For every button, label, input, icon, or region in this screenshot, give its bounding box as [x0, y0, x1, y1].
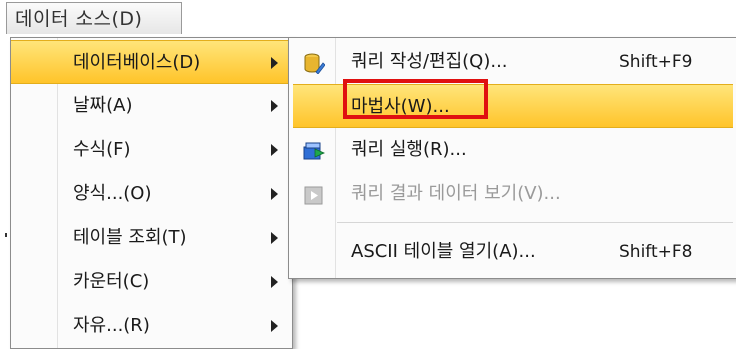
submenu-item-edit-query[interactable]: 쿼리 작성/편집(Q)... Shift+F9 — [289, 40, 736, 84]
menu-bar: 데이터 소스(D) — [0, 0, 736, 40]
menu-item-date[interactable]: 날짜(A) — [11, 84, 292, 128]
background-mark — [5, 233, 7, 237]
menu-item-database[interactable]: 데이터베이스(D) — [11, 40, 292, 84]
highlight-annotation-box — [343, 79, 488, 119]
submenu-item-run-query[interactable]: 쿼리 실행(R)... — [289, 128, 736, 172]
submenu-arrow-icon — [271, 232, 278, 244]
database-submenu: 쿼리 작성/편집(Q)... Shift+F9 마법사(W)... 쿼리 실행(… — [288, 37, 736, 279]
submenu-item-label: 쿼리 실행(R)... — [351, 139, 467, 160]
submenu-arrow-icon — [271, 276, 278, 288]
menu-item-label: 양식...(O) — [73, 183, 152, 204]
submenu-arrow-icon — [271, 144, 278, 156]
menu-item-label: 자유...(R) — [73, 315, 150, 336]
menu-item-formula[interactable]: 수식(F) — [11, 128, 292, 172]
submenu-item-wizard[interactable]: 마법사(W)... — [293, 79, 733, 128]
submenu-item-label: 쿼리 작성/편집(Q)... — [351, 51, 508, 72]
submenu-item-label: ASCII 테이블 열기(A)... — [351, 241, 536, 262]
submenu-arrow-icon — [271, 57, 278, 69]
shortcut-label: Shift+F8 — [619, 242, 693, 262]
submenu-arrow-icon — [271, 100, 278, 112]
menu-item-label: 수식(F) — [73, 139, 131, 160]
database-edit-icon — [303, 52, 326, 75]
submenu-item-view-query-result[interactable]: 쿼리 결과 데이터 보기(V)... — [289, 172, 736, 216]
query-result-icon — [303, 184, 325, 206]
menu-item-table-lookup[interactable]: 테이블 조회(T) — [11, 216, 292, 260]
submenu-arrow-icon — [271, 188, 278, 200]
submenu-item-open-ascii-table[interactable]: ASCII 테이블 열기(A)... Shift+F8 — [289, 230, 736, 274]
data-source-menu[interactable]: 데이터 소스(D) — [6, 2, 182, 34]
menu-item-label: 날짜(A) — [73, 95, 133, 116]
run-query-icon — [303, 140, 325, 162]
submenu-item-label: 쿼리 결과 데이터 보기(V)... — [351, 183, 561, 204]
menu-item-counter[interactable]: 카운터(C) — [11, 260, 292, 304]
submenu-arrow-icon — [271, 320, 278, 332]
menu-item-free[interactable]: 자유...(R) — [11, 304, 292, 348]
shortcut-label: Shift+F9 — [619, 52, 693, 72]
menu-item-label: 데이터베이스(D) — [73, 52, 201, 73]
data-source-dropdown: 데이터베이스(D) 날짜(A) 수식(F) 양식...(O) 테이블 조회(T)… — [10, 37, 293, 349]
menu-item-label: 테이블 조회(T) — [73, 227, 187, 248]
menu-item-form[interactable]: 양식...(O) — [11, 172, 292, 216]
menu-separator — [337, 222, 733, 223]
menu-item-label: 카운터(C) — [73, 271, 150, 292]
